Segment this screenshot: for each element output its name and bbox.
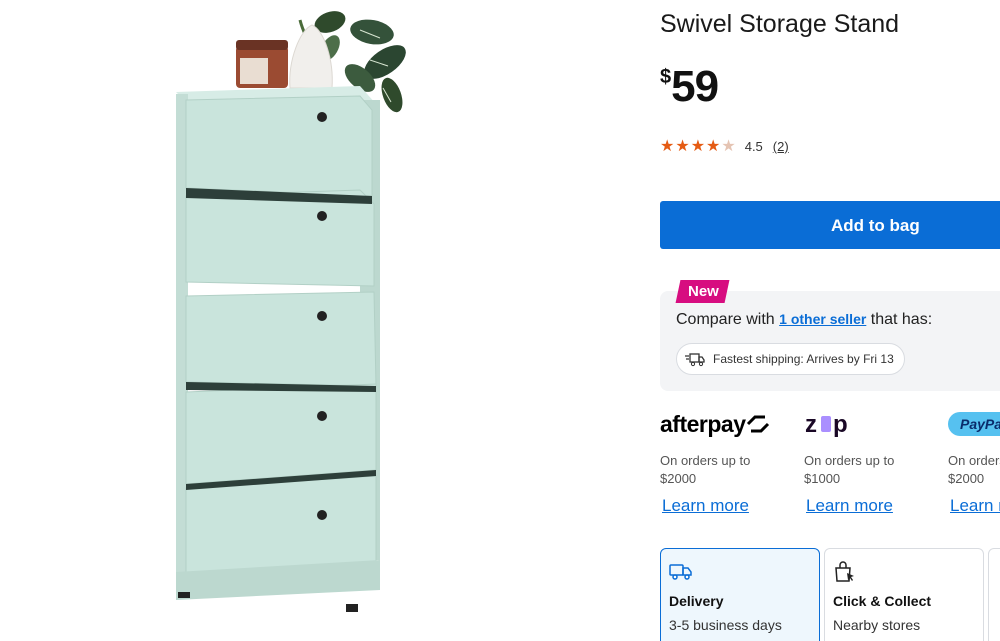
- afterpay-description: On orders up to $2000: [660, 452, 800, 488]
- afterpay-learn-more-link[interactable]: Learn more: [662, 496, 749, 516]
- afterpay-option: afterpay On orders up to $2000 Learn mor…: [660, 408, 800, 515]
- zip-line1: On orders up to: [804, 453, 895, 468]
- review-count-link[interactable]: (2): [773, 139, 789, 154]
- compare-sellers-box: New Compare with 1 other seller that has…: [660, 280, 1000, 391]
- zip-description: On orders up to $1000: [804, 452, 944, 488]
- paypal-logo-text: PayPal: [948, 412, 1000, 436]
- star-rating-icons: ★★★★★: [660, 138, 737, 155]
- product-price: $59: [660, 62, 719, 112]
- afterpay-limit: $2000: [660, 471, 697, 486]
- afterpay-line1: On orders up to: [660, 453, 751, 468]
- shopping-bag-cursor-icon: [835, 561, 854, 582]
- paypal-limit: $2000: [948, 471, 985, 486]
- add-to-bag-button[interactable]: Add to bag: [660, 201, 1000, 249]
- delivery-subtitle: 3-5 business days: [669, 617, 782, 633]
- zip-learn-more-link[interactable]: Learn more: [806, 496, 893, 516]
- compare-text-after: that has:: [870, 311, 933, 328]
- click-collect-subtitle: Nearby stores: [833, 617, 921, 633]
- afterpay-arrows-icon: [747, 415, 770, 433]
- click-collect-title: Click & Collect: [833, 593, 932, 609]
- zip-logo: z p zip: [804, 408, 944, 440]
- compare-text: Compare with 1 other seller that has:: [676, 311, 932, 329]
- zip-logo-icon: z p: [805, 411, 848, 437]
- truck-icon: [669, 564, 692, 580]
- paypal-description: On orders up to $2000: [948, 452, 1000, 488]
- afterpay-logo: afterpay: [660, 408, 800, 440]
- paypal-logo: PayPal: [948, 408, 1000, 440]
- new-badge-label: New: [688, 283, 719, 300]
- candle-jar: [236, 40, 288, 88]
- zip-limit: $1000: [804, 471, 841, 486]
- storage-stand-illustration: [176, 11, 406, 612]
- price-amount: 59: [671, 62, 719, 111]
- currency-symbol: $: [660, 66, 672, 88]
- other-seller-link[interactable]: 1 other seller: [779, 311, 866, 327]
- rating-value: 4.5: [744, 138, 763, 154]
- afterpay-logo-text: afterpay: [660, 410, 746, 437]
- compare-text-before: Compare with: [676, 311, 775, 328]
- zip-option: z p zip On orders up to $1000 Learn more: [804, 408, 944, 515]
- svg-text:z: z: [805, 411, 817, 437]
- delivery-option[interactable]: Delivery 3-5 business days: [660, 548, 820, 641]
- product-title: Swivel Storage Stand: [660, 10, 900, 38]
- new-badge: New: [675, 280, 730, 303]
- paypal-learn-more-link[interactable]: Learn more: [950, 496, 1000, 516]
- svg-text:p: p: [833, 411, 848, 437]
- delivery-title: Delivery: [669, 593, 724, 609]
- click-collect-option[interactable]: Click & Collect Nearby stores: [824, 548, 984, 641]
- paypal-option: PayPal On orders up to $2000 Learn more: [948, 408, 1000, 515]
- add-to-bag-label: Add to bag: [831, 216, 920, 235]
- half-star-icon: ★: [721, 138, 737, 155]
- fastest-shipping-text: Fastest shipping: Arrives by Fri 13: [713, 352, 894, 366]
- product-details-panel: Swivel Storage Stand $59 ★★★★★ 4.5 (2) A…: [660, 0, 1000, 641]
- fast-truck-icon: [685, 353, 705, 367]
- product-image[interactable]: [0, 0, 610, 641]
- third-fulfilment-option[interactable]: [988, 548, 1000, 641]
- paypal-line1: On orders up to: [948, 453, 1000, 468]
- fastest-shipping-pill[interactable]: Fastest shipping: Arrives by Fri 13: [676, 343, 905, 375]
- product-rating[interactable]: ★★★★★ 4.5 (2): [660, 136, 789, 156]
- drawers: [185, 95, 377, 579]
